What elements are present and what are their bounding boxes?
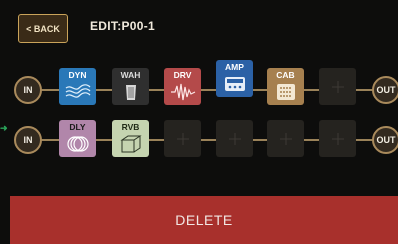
block-cab-label: CAB: [276, 70, 295, 80]
empty-slot[interactable]: [319, 120, 356, 157]
cab-icon: [276, 83, 295, 100]
empty-slot[interactable]: [267, 120, 304, 157]
active-chain-arrow-icon: ➜: [0, 123, 8, 133]
delete-button[interactable]: DELETE: [10, 196, 398, 244]
block-wah-label: WAH: [120, 70, 141, 80]
block-dly-label: DLY: [69, 122, 86, 132]
block-drv-label: DRV: [173, 70, 192, 80]
block-rvb-label: RVB: [121, 122, 140, 132]
empty-slot[interactable]: [164, 120, 201, 157]
dyn-wave-icon: [65, 83, 90, 98]
plus-icon: [331, 132, 344, 145]
block-dly[interactable]: DLY: [59, 120, 96, 157]
plus-icon: [228, 132, 241, 145]
block-dyn-label: DYN: [68, 70, 87, 80]
back-button[interactable]: < BACK: [18, 14, 68, 43]
block-drv[interactable]: DRV: [164, 68, 201, 105]
block-wah[interactable]: WAH: [112, 68, 149, 105]
block-cab[interactable]: CAB: [267, 68, 304, 105]
wah-pedal-icon: [125, 84, 136, 100]
block-amp[interactable]: AMP: [216, 60, 253, 97]
block-rvb[interactable]: RVB: [112, 120, 149, 157]
plus-icon: [331, 80, 344, 93]
output-jack-1[interactable]: OUT: [372, 76, 398, 104]
page-title: EDIT:P00-1: [90, 19, 156, 33]
input-jack-1[interactable]: IN: [14, 76, 42, 104]
block-dyn[interactable]: DYN: [59, 68, 96, 105]
block-amp-label: AMP: [225, 62, 244, 72]
plus-icon: [279, 132, 292, 145]
rvb-room-icon: [119, 135, 142, 152]
plus-icon: [176, 132, 189, 145]
empty-slot[interactable]: [319, 68, 356, 105]
empty-slot[interactable]: [216, 120, 253, 157]
output-jack-2[interactable]: OUT: [372, 126, 398, 154]
drv-wave-icon: [170, 83, 195, 100]
input-jack-2[interactable]: IN: [14, 126, 42, 154]
amp-icon: [224, 76, 245, 91]
dly-circles-icon: [66, 135, 89, 152]
